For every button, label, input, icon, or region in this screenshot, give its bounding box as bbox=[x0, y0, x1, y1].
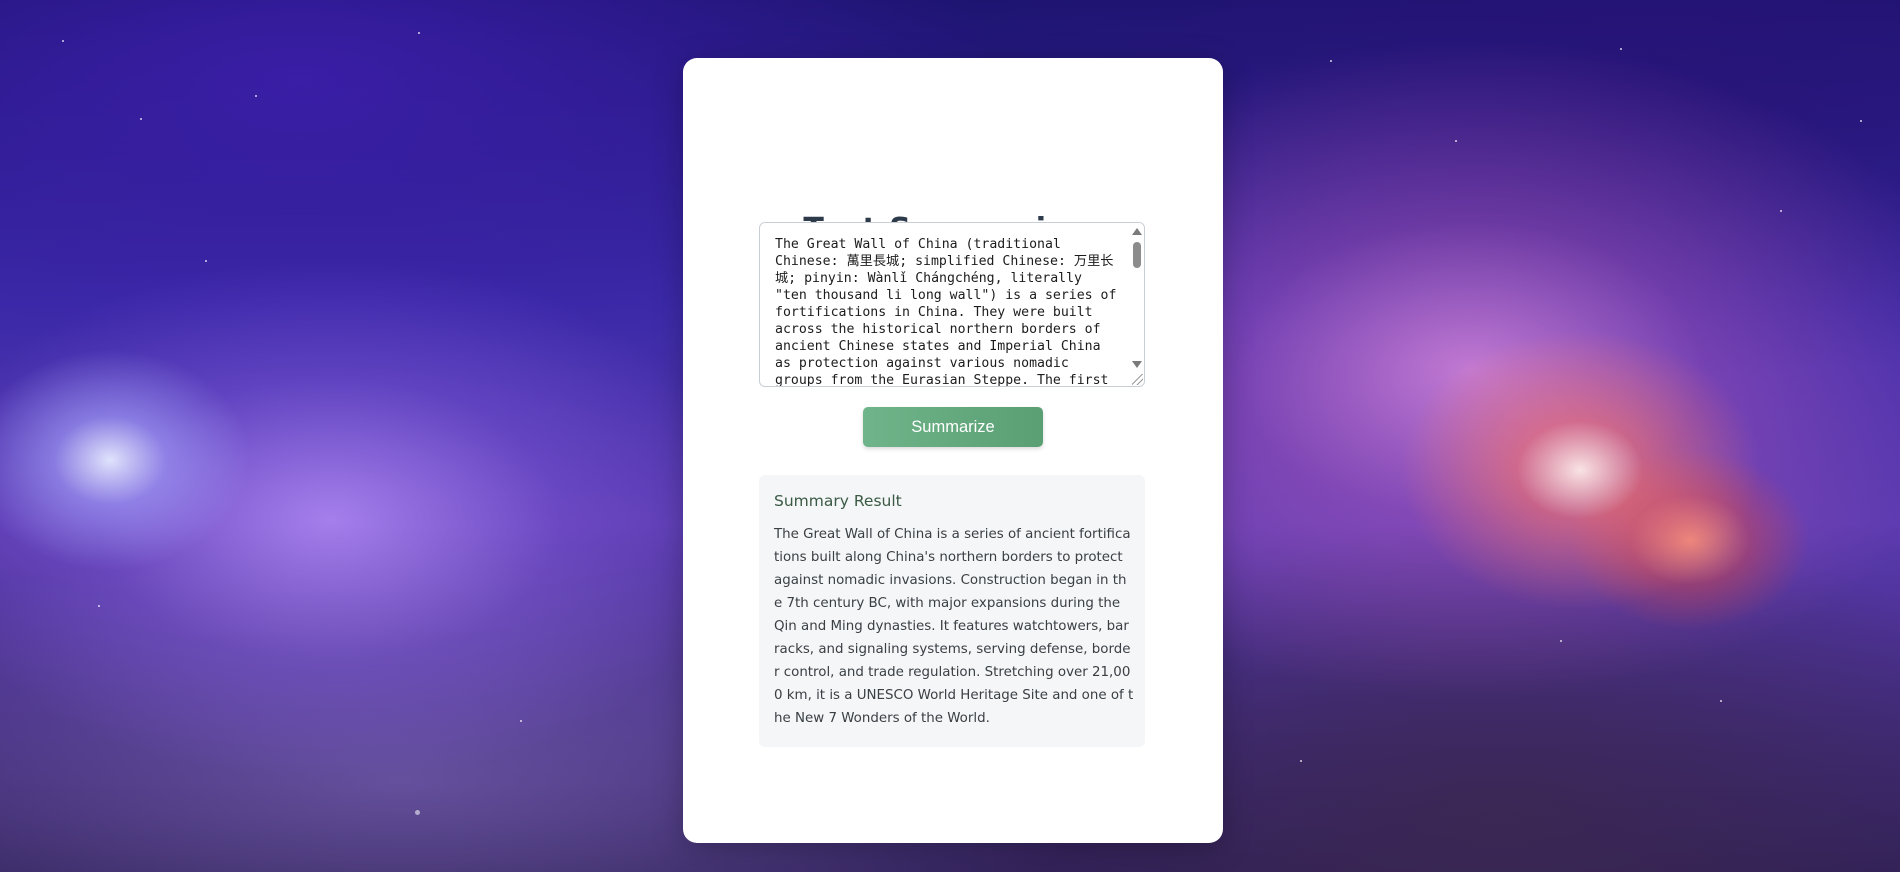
summary-result-text: The Great Wall of China is a series of a… bbox=[774, 527, 1134, 726]
scroll-down-arrow-icon[interactable] bbox=[1132, 361, 1142, 368]
summary-result-panel: Summary Result The Great Wall of China i… bbox=[759, 475, 1145, 747]
text-area-scrollbar[interactable] bbox=[1129, 223, 1144, 386]
source-text-area[interactable]: The Great Wall of China (traditional Chi… bbox=[759, 222, 1145, 387]
source-text-content[interactable]: The Great Wall of China (traditional Chi… bbox=[775, 236, 1120, 386]
summarizer-card: Text Summarizer The Great Wall of China … bbox=[683, 58, 1223, 843]
summarize-button[interactable]: Summarize bbox=[863, 407, 1043, 447]
scrollbar-thumb[interactable] bbox=[1133, 242, 1141, 268]
summary-result-heading: Summary Result bbox=[774, 492, 902, 510]
resize-grip-icon[interactable] bbox=[1132, 374, 1143, 385]
scroll-up-arrow-icon[interactable] bbox=[1132, 228, 1142, 235]
